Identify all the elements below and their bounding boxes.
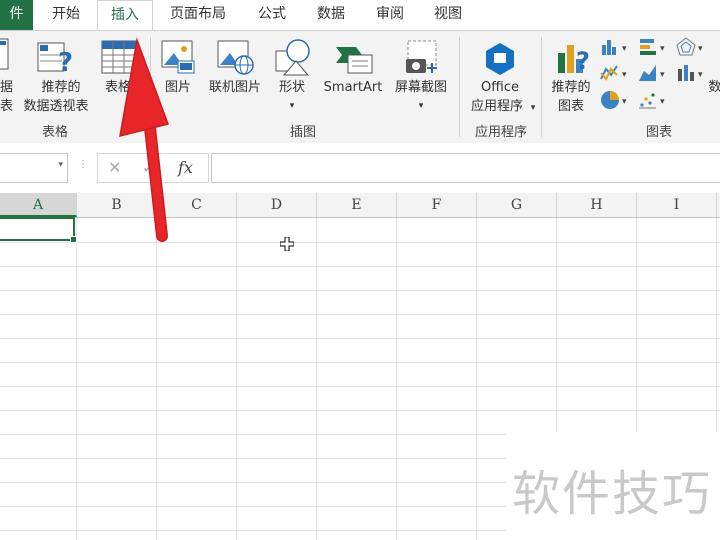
online-picture-icon[interactable] — [216, 39, 256, 77]
chevron-down-icon[interactable]: ▾ — [58, 160, 63, 170]
smartart-icon[interactable] — [334, 41, 374, 75]
column-header-f[interactable]: F — [397, 193, 477, 217]
column-header-i[interactable]: I — [637, 193, 717, 217]
shapes-dropdown-icon[interactable]: ▾ — [285, 97, 299, 115]
svg-text:?: ? — [576, 47, 590, 75]
pivot-table-icon — [0, 37, 10, 71]
column-header-h[interactable]: H — [557, 193, 637, 217]
formula-bar-area: ▾ ⋮ ✕ ✓ fx — [0, 143, 720, 192]
ribbon-tab-bar: 件 开始 插入 页面布局 公式 数据 审阅 视图 — [0, 0, 720, 31]
tab-home[interactable]: 开始 — [48, 0, 84, 30]
grid-line — [0, 314, 720, 315]
line-chart-icon[interactable]: ▾ — [600, 63, 632, 83]
online-picture-label[interactable]: 联机图片 — [202, 79, 268, 97]
more-options-icon[interactable]: ⋮ — [78, 159, 88, 170]
column-header-row: A B C D E F G H I — [0, 193, 720, 218]
group-label-apps: 应用程序 — [474, 125, 527, 140]
grid-line — [0, 242, 720, 243]
tab-formulas[interactable]: 公式 — [254, 0, 290, 30]
ribbon: 据 表 ? 推荐的 数据透视表 表格 表格 图片 联机图片 形状 ▾ Smart… — [0, 30, 720, 144]
watermark: 软件技巧 — [506, 432, 720, 540]
svg-text:▾: ▾ — [660, 44, 665, 54]
svg-text:?: ? — [58, 48, 73, 75]
group-label-illustrations: 插图 — [289, 125, 316, 140]
red-arrow-annotation — [110, 36, 190, 246]
screenshot-icon[interactable] — [402, 39, 442, 77]
shapes-label[interactable]: 形状 — [272, 79, 312, 97]
tab-page-layout[interactable]: 页面布局 — [166, 0, 230, 30]
fill-handle[interactable] — [70, 236, 77, 243]
svg-text:▾: ▾ — [622, 97, 627, 107]
pivot-table-label-top[interactable]: 据 — [0, 79, 13, 97]
bar-chart-icon[interactable]: ▾ — [638, 37, 670, 57]
grid-line — [0, 386, 720, 387]
office-apps-label-1[interactable]: Office — [470, 79, 530, 97]
grid-line — [0, 290, 720, 291]
column-chart-icon[interactable]: ▾ — [600, 37, 632, 57]
screenshot-dropdown-icon[interactable]: ▾ — [414, 97, 428, 115]
smartart-label[interactable]: SmartArt — [318, 79, 388, 97]
svg-text:▾: ▾ — [622, 44, 627, 54]
area-chart-icon[interactable]: ▾ — [638, 63, 670, 83]
column-header-e[interactable]: E — [317, 193, 397, 217]
tab-review[interactable]: 审阅 — [372, 0, 408, 30]
recommended-pivot-label-1[interactable]: 推荐的 — [26, 79, 96, 97]
active-cell-a1[interactable] — [0, 217, 77, 243]
watermark-text: 软件技巧 — [512, 466, 713, 522]
recommended-charts-label-1[interactable]: 推荐的 — [546, 79, 596, 97]
tab-file[interactable]: 件 — [0, 0, 33, 30]
grid-line — [0, 362, 720, 363]
group-separator — [541, 37, 542, 137]
recommended-charts-label-2[interactable]: 图表 — [546, 98, 596, 116]
tab-view[interactable]: 视图 — [430, 0, 466, 30]
svg-text:▾: ▾ — [698, 70, 703, 80]
recommended-pivot-icon[interactable]: ? — [36, 39, 76, 78]
scatter-chart-icon[interactable]: ▾ — [638, 89, 670, 111]
svg-text:▾: ▾ — [622, 70, 627, 80]
stat-chart-icon[interactable]: ▾ — [676, 63, 708, 83]
tab-data[interactable]: 数据 — [313, 0, 349, 30]
grid-line — [0, 410, 720, 411]
grid-line — [0, 338, 720, 339]
tab-insert[interactable]: 插入 — [97, 0, 153, 31]
screenshot-label[interactable]: 屏幕截图 — [388, 79, 454, 97]
radar-chart-icon[interactable]: ▾ — [676, 37, 708, 57]
svg-text:▾: ▾ — [660, 97, 665, 107]
recommended-pivot-label-2[interactable]: 数据透视表 — [16, 98, 96, 116]
pivot-table-label-bottom[interactable]: 表 — [0, 98, 13, 116]
group-label-charts: 图表 — [645, 125, 672, 140]
svg-text:▾: ▾ — [698, 44, 703, 54]
shapes-icon[interactable] — [272, 37, 314, 77]
cell-cursor-icon — [279, 236, 295, 252]
partial-right-label[interactable]: 数 — [708, 79, 720, 97]
formula-input[interactable] — [211, 153, 720, 183]
office-apps-dropdown-icon[interactable]: ▾ — [528, 99, 538, 117]
recommended-charts-icon[interactable]: ? — [554, 39, 594, 77]
svg-text:▾: ▾ — [660, 70, 665, 80]
group-label-tables: 表格 — [41, 125, 68, 140]
pie-chart-icon[interactable]: ▾ — [600, 89, 632, 111]
office-apps-label-2[interactable]: 应用程序 — [462, 98, 532, 116]
office-apps-icon[interactable] — [482, 41, 518, 75]
grid-line — [0, 266, 720, 267]
column-header-d[interactable]: D — [237, 193, 317, 217]
name-box[interactable]: ▾ — [0, 153, 68, 183]
column-header-g[interactable]: G — [477, 193, 557, 217]
column-header-a[interactable]: A — [0, 193, 77, 217]
group-separator — [459, 37, 460, 137]
